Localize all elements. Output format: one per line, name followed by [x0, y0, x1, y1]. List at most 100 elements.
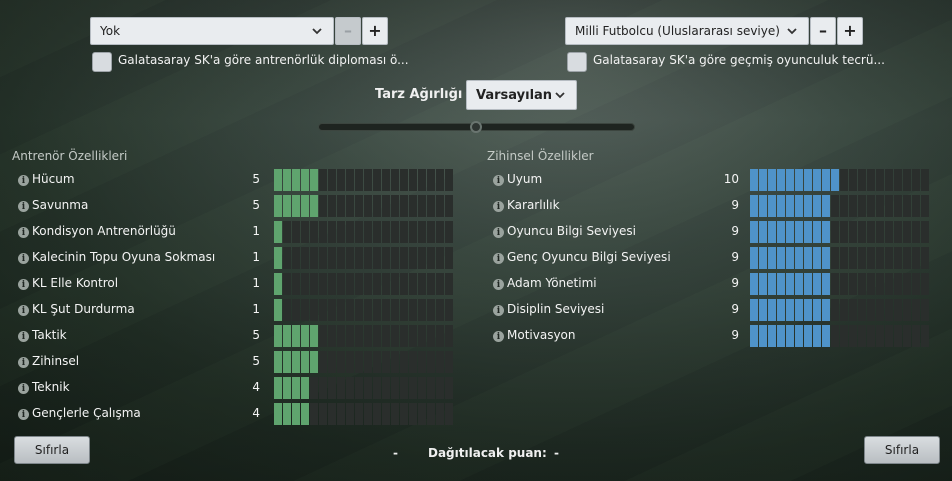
info-icon[interactable]: i [493, 201, 504, 212]
bar-segment-empty [382, 325, 390, 347]
bar-segment-empty [301, 273, 309, 295]
bar-segment-empty [400, 403, 408, 425]
bar-segment-empty [382, 247, 390, 269]
bar-segment-filled [768, 169, 776, 191]
bar-segment-filled [759, 325, 767, 347]
info-icon[interactable]: i [493, 175, 504, 186]
playing-experience-checkbox[interactable] [567, 52, 587, 72]
attribute-bar[interactable] [750, 221, 929, 243]
bar-segment-empty [849, 247, 857, 269]
bar-segment-empty [400, 273, 408, 295]
info-icon[interactable]: i [18, 331, 29, 342]
info-icon[interactable]: i [493, 305, 504, 316]
info-icon[interactable]: i [18, 253, 29, 264]
info-icon[interactable]: i [18, 305, 29, 316]
playing-experience-select[interactable]: Milli Futbolcu (Uluslararası seviye) [565, 17, 809, 45]
bar-segment-empty [400, 299, 408, 321]
bar-segment-empty [427, 325, 435, 347]
bar-segment-empty [328, 195, 336, 217]
attribute-label: Oyuncu Bilgi Seviyesi [507, 224, 636, 238]
info-icon[interactable]: i [18, 383, 29, 394]
attribute-bar[interactable] [274, 377, 453, 399]
coaching-badge-minus-button[interactable]: – [335, 17, 361, 45]
attribute-bar[interactable] [274, 351, 453, 373]
bar-segment-empty [364, 403, 372, 425]
bar-segment-filled [795, 325, 803, 347]
attribute-bar[interactable] [274, 169, 453, 191]
coaching-badge-plus-button[interactable]: + [362, 17, 388, 45]
bar-segment-filled [813, 221, 821, 243]
bar-segment-empty [445, 195, 453, 217]
attribute-bar[interactable] [274, 325, 453, 347]
bar-segment-empty [418, 351, 426, 373]
info-icon[interactable]: i [493, 279, 504, 290]
style-weight-slider-thumb[interactable] [470, 121, 482, 133]
attribute-bar[interactable] [750, 169, 929, 191]
bar-segment-empty [355, 325, 363, 347]
info-icon[interactable]: i [18, 357, 29, 368]
info-icon[interactable]: i [493, 331, 504, 342]
bar-segment-empty [921, 169, 929, 191]
attribute-bar[interactable] [274, 221, 453, 243]
attribute-row: i Adam Yönetimi 9 [493, 273, 930, 295]
style-weight-select[interactable]: Varsayılan [466, 80, 577, 110]
bar-segment-filled [822, 299, 830, 321]
playing-experience-minus-button[interactable]: – [810, 17, 836, 45]
coaching-badge-select[interactable]: Yok [90, 17, 334, 45]
attribute-value: 1 [252, 224, 260, 238]
bar-segment-empty [364, 221, 372, 243]
bar-segment-empty [436, 325, 444, 347]
bar-segment-filled [310, 351, 318, 373]
attribute-bar[interactable] [274, 247, 453, 269]
bar-segment-empty [921, 299, 929, 321]
reset-left-button[interactable]: Sıfırla [14, 436, 90, 464]
bar-segment-empty [364, 169, 372, 191]
bar-segment-empty [328, 247, 336, 269]
bar-segment-empty [427, 169, 435, 191]
bar-segment-filled [301, 195, 309, 217]
coaching-badge-checkbox[interactable] [92, 52, 112, 72]
bar-segment-empty [921, 247, 929, 269]
info-icon[interactable]: i [493, 227, 504, 238]
bar-segment-filled [822, 273, 830, 295]
info-icon[interactable]: i [18, 175, 29, 186]
bar-segment-empty [409, 195, 417, 217]
attribute-bar[interactable] [750, 247, 929, 269]
info-icon[interactable]: i [18, 227, 29, 238]
bar-segment-empty [903, 195, 911, 217]
attribute-bar[interactable] [274, 299, 453, 321]
info-icon[interactable]: i [18, 201, 29, 212]
bar-segment-filled [283, 403, 291, 425]
attribute-bar[interactable] [274, 273, 453, 295]
attribute-value: 10 [723, 172, 739, 186]
info-icon[interactable]: i [18, 409, 29, 420]
attribute-bar[interactable] [750, 325, 929, 347]
attribute-bar[interactable] [750, 195, 929, 217]
bar-segment-empty [319, 377, 327, 399]
bar-segment-empty [849, 273, 857, 295]
info-icon[interactable]: i [18, 279, 29, 290]
attribute-bar[interactable] [274, 403, 453, 425]
bar-segment-empty [382, 403, 390, 425]
reset-right-button[interactable]: Sıfırla [864, 436, 940, 464]
bar-segment-empty [319, 195, 327, 217]
bar-segment-empty [328, 351, 336, 373]
bar-segment-empty [409, 169, 417, 191]
bar-segment-empty [885, 169, 893, 191]
playing-experience-plus-button[interactable]: + [837, 17, 863, 45]
bar-segment-empty [876, 325, 884, 347]
info-icon[interactable]: i [493, 253, 504, 264]
attribute-bar[interactable] [750, 273, 929, 295]
bar-segment-empty [373, 377, 381, 399]
attribute-value: 5 [252, 198, 260, 212]
attribute-value: 9 [731, 328, 739, 342]
bar-segment-empty [301, 299, 309, 321]
bar-segment-empty [328, 325, 336, 347]
attribute-row: i Disiplin Seviyesi 9 [493, 299, 930, 321]
bar-segment-empty [445, 403, 453, 425]
attribute-bar[interactable] [274, 195, 453, 217]
attribute-bar[interactable] [750, 299, 929, 321]
bar-segment-empty [364, 247, 372, 269]
bar-segment-filled [292, 351, 300, 373]
attribute-label: Savunma [32, 198, 89, 212]
